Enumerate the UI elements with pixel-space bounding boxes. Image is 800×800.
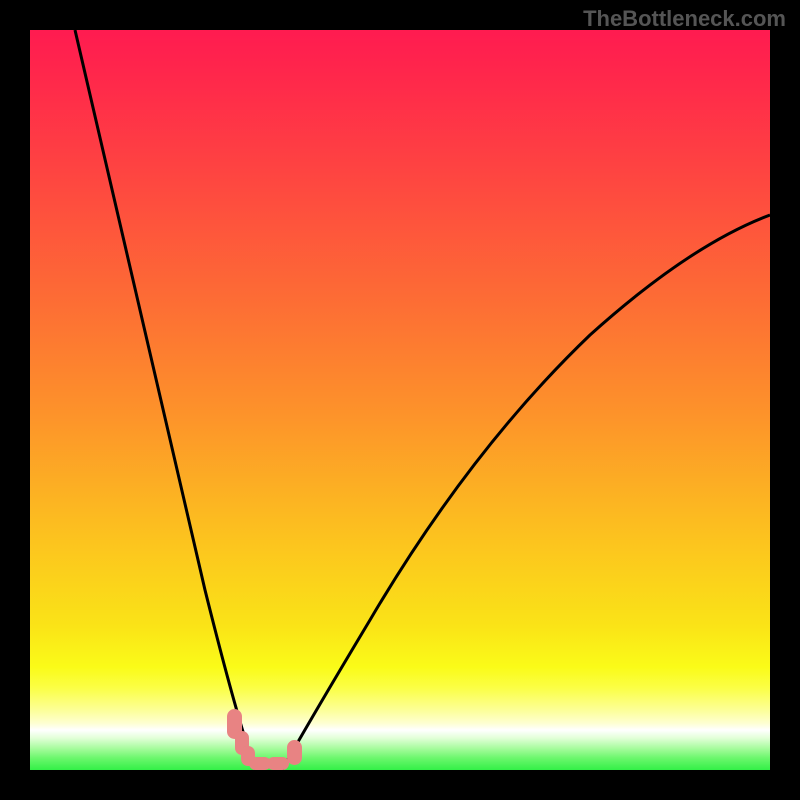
curve-left-branch <box>75 30 256 770</box>
bottleneck-curve <box>30 30 770 770</box>
marker-dot <box>267 757 289 770</box>
curve-right-branch <box>282 215 770 770</box>
plot-area <box>30 30 770 770</box>
marker-dot <box>287 740 302 765</box>
watermark-label: TheBottleneck.com <box>583 6 786 32</box>
chart-canvas: TheBottleneck.com <box>0 0 800 800</box>
